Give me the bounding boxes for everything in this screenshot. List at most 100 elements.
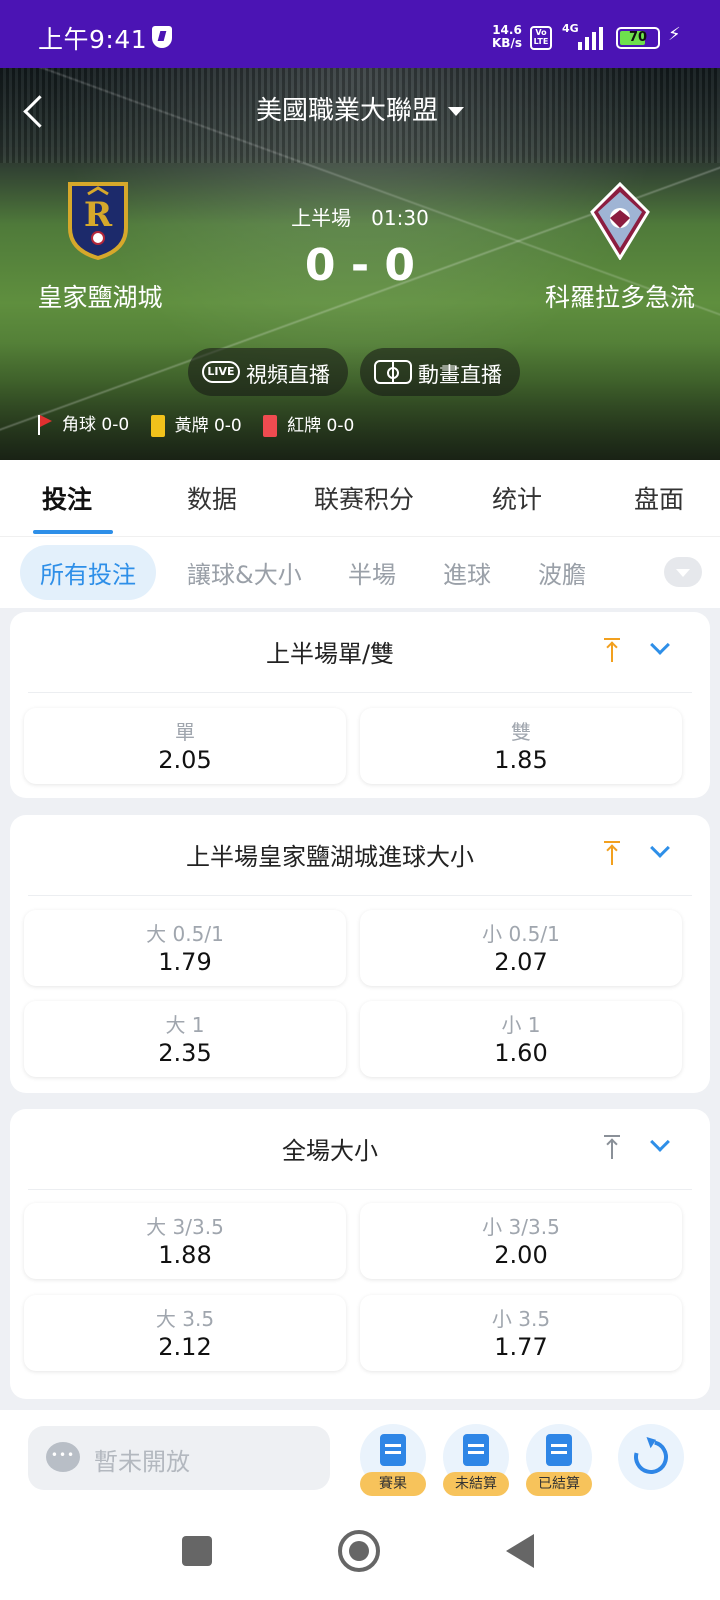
odds-button[interactable]: 大 0.5/1 1.79 [24,910,346,986]
refresh-button[interactable] [618,1424,684,1490]
filter-goals[interactable]: 進球 [443,555,491,590]
bet-filter-tabs: 所有投注 讓球&大小 半場 進球 波膽 [0,536,720,608]
network-type: 4G [562,22,579,35]
chevron-down-icon[interactable] [650,1135,670,1155]
odds-button[interactable]: 大 3/3.5 1.88 [24,1203,346,1279]
tab-statistics[interactable]: 统计 [492,480,542,516]
filter-half-time[interactable]: 半場 [348,555,396,590]
chevron-down-icon[interactable] [650,841,670,861]
settled-button[interactable]: 已結算 [526,1424,592,1496]
market-title: 全場大小 [282,1137,378,1165]
pin-top-icon[interactable] [602,1135,622,1161]
odds-value: 1.88 [158,1241,212,1269]
system-nav-bar [0,1500,720,1600]
odds-button[interactable]: 大 3.5 2.12 [24,1295,346,1371]
market-title: 上半場單/雙 [265,640,395,668]
odds-value: 2.05 [158,746,212,774]
corners-value: 角球 0-0 [62,415,130,435]
main-tabs: 投注 数据 联赛积分 统计 盘面 [0,460,720,536]
corner-flag-icon [34,413,56,437]
odds-label: 小 3/3.5 [482,1215,560,1239]
tab-bets[interactable]: 投注 [42,480,92,516]
animation-label: 動畫直播 [418,363,502,387]
odds-value: 2.07 [494,948,548,976]
pin-top-icon[interactable] [602,841,622,867]
match-clock: 01:30 [371,206,429,230]
tab-standings[interactable]: 联赛积分 [314,480,414,516]
odds-label: 大 3/3.5 [146,1215,224,1239]
chat-bubble-icon [46,1442,80,1472]
results-label: 賽果 [360,1472,426,1496]
pitch-icon [374,360,412,384]
battery-icon: 70 [616,27,660,49]
odds-value: 2.12 [158,1333,212,1361]
odds-button[interactable]: 小 1 1.60 [360,1001,682,1077]
more-filters-button[interactable] [664,557,702,587]
tab-data[interactable]: 数据 [187,480,237,516]
live-video-button[interactable]: LIVE 視頻直播 [188,348,348,396]
odds-value: 1.85 [494,746,548,774]
divider [28,692,692,693]
odds-button[interactable]: 小 3/3.5 2.00 [360,1203,682,1279]
odds-value: 1.60 [494,1039,548,1067]
odds-label: 大 1 [165,1013,205,1037]
red-card-icon [263,414,278,437]
network-speed: 14.6 KB/s [492,24,522,50]
market-title: 上半場皇家鹽湖城進球大小 [186,843,474,871]
refresh-icon [627,1433,675,1481]
odds-label: 小 3.5 [491,1307,551,1331]
odds-value: 2.00 [494,1241,548,1269]
filter-correct-score[interactable]: 波膽 [538,555,586,590]
divider [28,1189,692,1190]
match-header: 美國職業大聯盟 R 皇家鹽湖城 科羅拉多急流 上半場 01:30 0 - 0 LI… [0,68,720,460]
results-button[interactable]: 賽果 [360,1424,426,1496]
live-video-label: 視頻直播 [246,363,330,387]
back-nav-button[interactable] [506,1534,534,1568]
odds-button[interactable]: 小 3.5 1.77 [360,1295,682,1371]
home-button[interactable] [338,1530,380,1572]
unsettled-label: 未結算 [443,1472,509,1496]
chat-input[interactable]: 暫未開放 [28,1426,330,1490]
odds-value: 1.77 [494,1333,548,1361]
yellow-card-stat: 黃牌 0-0 [150,411,242,437]
network-speed-unit: KB/s [492,36,522,50]
market-card: 全場大小 大 3/3.5 1.88 小 3/3.5 2.00 大 3.5 2.1… [10,1109,710,1399]
chevron-down-icon [448,107,464,116]
filter-handicap-totals[interactable]: 讓球&大小 [187,555,302,590]
filter-all-bets[interactable]: 所有投注 [20,545,156,600]
match-score: 0 - 0 [304,240,416,291]
odds-button[interactable]: 小 0.5/1 2.07 [360,910,682,986]
red-card-stat: 紅牌 0-0 [263,411,354,437]
odds-value: 2.35 [158,1039,212,1067]
charging-icon: ⚡ [668,24,681,45]
tab-market[interactable]: 盘面 [634,480,684,516]
corners-stat: 角球 0-0 [34,410,129,437]
unsettled-icon [463,1434,489,1466]
period-label: 上半場 [291,206,352,230]
market-card: 上半場皇家鹽湖城進球大小 大 0.5/1 1.79 小 0.5/1 2.07 大… [10,815,710,1093]
yellow-cards-value: 黃牌 0-0 [174,415,242,436]
odds-label: 大 0.5/1 [146,922,224,946]
signal-icon [578,24,608,50]
pin-top-icon[interactable] [602,638,622,664]
shield-icon [152,26,172,48]
league-selector[interactable]: 美國職業大聯盟 [0,90,720,127]
odds-button[interactable]: 單 2.05 [24,708,346,784]
clock-time: 上午9:41 [38,25,148,54]
chat-placeholder: 暫未開放 [94,1448,190,1476]
match-period: 上半場 01:30 [0,202,720,231]
volte-icon: Vo LTE [530,26,552,50]
odds-label: 小 0.5/1 [482,922,560,946]
yellow-card-icon [150,414,165,437]
chevron-down-icon[interactable] [650,638,670,658]
red-cards-value: 紅牌 0-0 [287,415,355,436]
recent-apps-button[interactable] [182,1536,212,1566]
unsettled-button[interactable]: 未結算 [443,1424,509,1496]
odds-label: 單 [175,720,195,744]
odds-button[interactable]: 大 1 2.35 [24,1001,346,1077]
odds-button[interactable]: 雙 1.85 [360,708,682,784]
results-icon [380,1434,406,1466]
odds-label: 雙 [511,720,531,744]
animation-button[interactable]: 動畫直播 [360,348,520,396]
battery-level: 70 [628,30,648,45]
